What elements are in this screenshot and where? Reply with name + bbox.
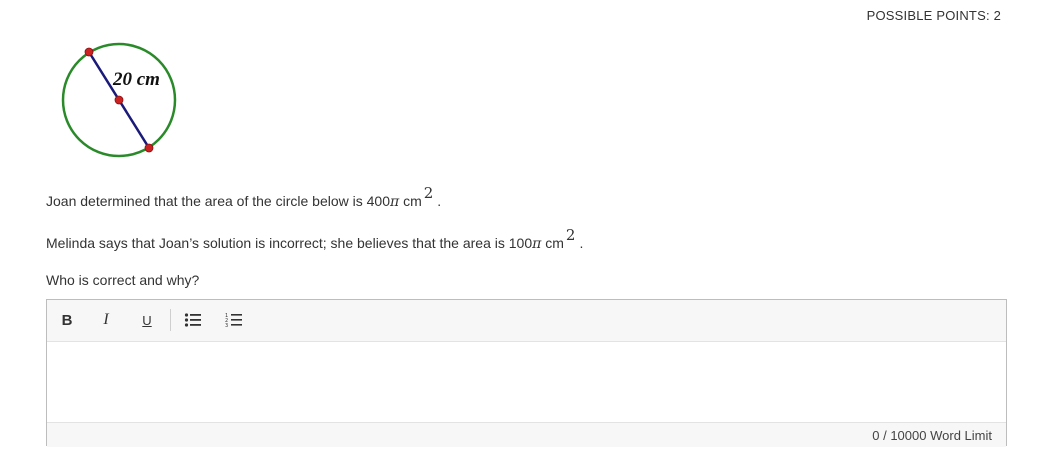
question-line-1: Joan determined that the area of the cir… — [46, 184, 442, 210]
bulleted-list-icon — [184, 313, 201, 327]
numbered-list-icon: 1 2 3 — [225, 313, 242, 328]
bold-button[interactable]: B — [55, 308, 79, 332]
question-line-2: Melinda says that Joan’s solution is inc… — [46, 226, 584, 252]
circle-diagram: 20 cm — [50, 35, 190, 165]
numbered-list-button[interactable]: 1 2 3 — [222, 308, 246, 332]
editor-toolbar: B I U 1 2 3 — [47, 300, 1006, 342]
word-limit-label: Word Limit — [930, 428, 992, 443]
bulleted-list-button[interactable] — [181, 308, 205, 332]
rich-text-editor: B I U 1 2 3 0 / 10000 Word Limit — [46, 299, 1007, 447]
unit-text: cm — [399, 193, 422, 209]
italic-button[interactable]: I — [94, 308, 118, 332]
exponent: 2 — [565, 226, 576, 244]
editor-footer: 0 / 10000 Word Limit — [47, 422, 1006, 447]
pi-symbol: π — [532, 236, 542, 252]
word-count-value: 0 — [872, 428, 880, 443]
center-point — [114, 95, 124, 105]
unit-text: cm — [541, 235, 564, 251]
diameter-label: 20 cm — [112, 69, 160, 90]
exponent: 2 — [423, 184, 434, 202]
possible-points: POSSIBLE POINTS: 2 — [866, 8, 1001, 23]
word-limit-value: 10000 — [890, 428, 927, 443]
underline-button[interactable]: U — [135, 308, 159, 332]
question-line-2-text: Melinda says that Joan’s solution is inc… — [46, 235, 533, 251]
diameter-endpoint-bottom — [144, 143, 154, 153]
question-line-1-text: Joan determined that the area of the cir… — [46, 193, 390, 209]
svg-text:3: 3 — [225, 323, 228, 328]
diameter-endpoint-top — [84, 47, 94, 57]
period: . — [437, 193, 442, 209]
word-count-separator: / — [883, 428, 887, 443]
circle-diagram-svg: 20 cm — [61, 42, 177, 158]
answer-text-area[interactable] — [47, 342, 1006, 422]
word-count: 0 / 10000 Word Limit — [872, 428, 992, 443]
period: . — [579, 235, 584, 251]
toolbar-divider — [170, 309, 171, 331]
question-prompt: Who is correct and why? — [46, 272, 200, 288]
pi-symbol: π — [389, 194, 400, 210]
